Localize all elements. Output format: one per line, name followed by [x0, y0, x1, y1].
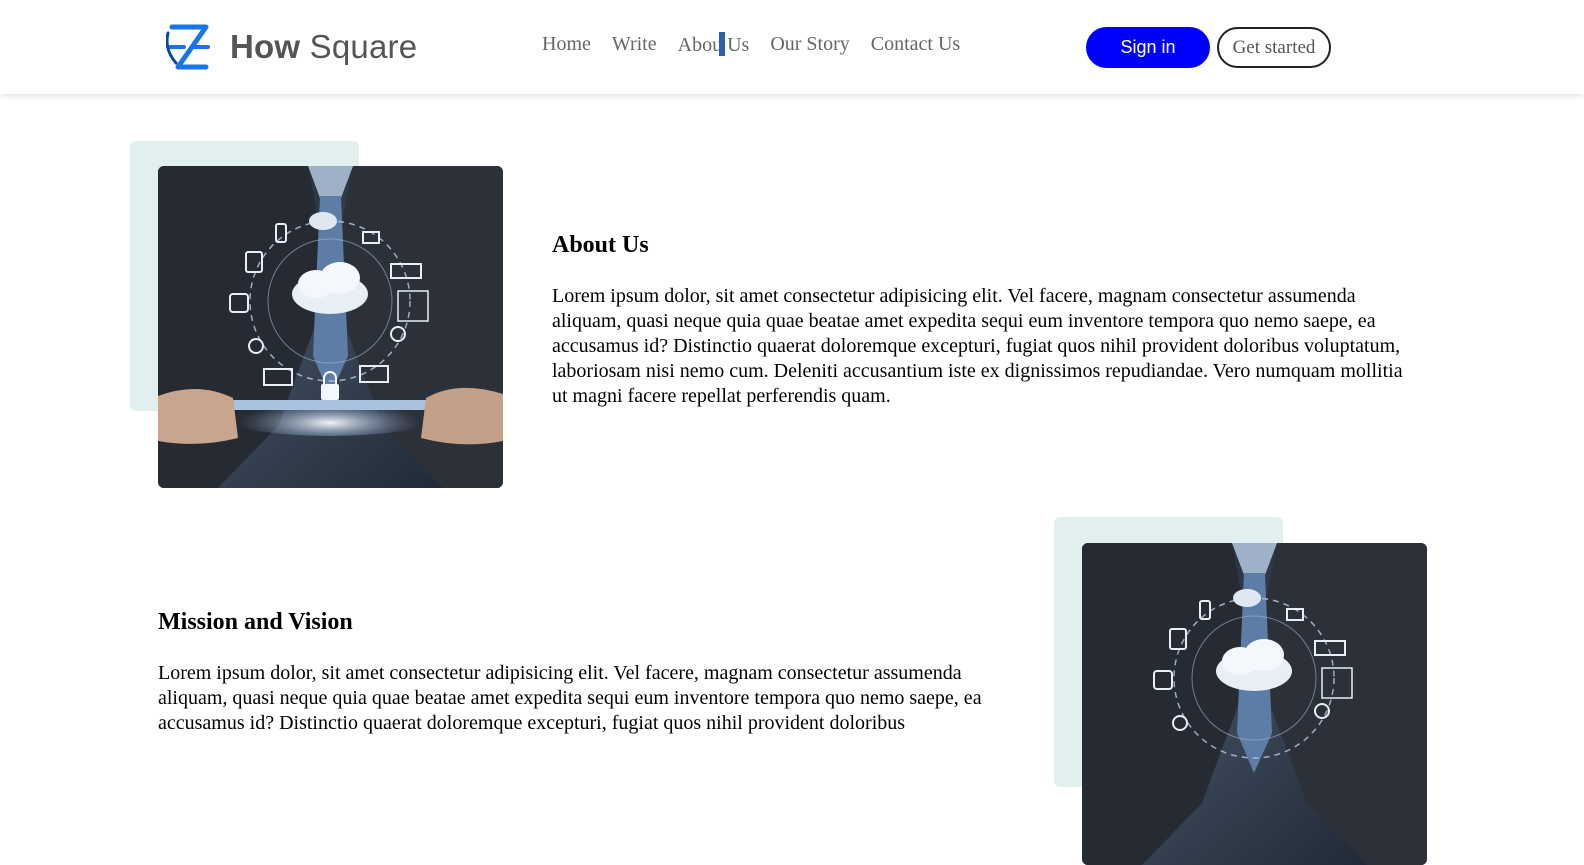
nav-link-about-part: Us: [722, 34, 750, 56]
cloud-technology-image: [1082, 543, 1427, 865]
nav-link-write[interactable]: Write: [612, 33, 657, 56]
mission-body: Lorem ipsum dolor, sit amet consectetur …: [158, 662, 982, 734]
nav-links: Home Write Abou Us Our Story Contact Us: [542, 32, 960, 57]
sign-in-button[interactable]: Sign in: [1086, 27, 1210, 68]
about-body: Lorem ipsum dolor, sit amet consectetur …: [552, 285, 1403, 407]
z-logo-icon: [166, 24, 210, 70]
about-title: About Us: [552, 232, 649, 258]
nav-link-home[interactable]: Home: [542, 33, 591, 56]
nav-link-our-story[interactable]: Our Story: [770, 33, 849, 56]
cloud-technology-image: [158, 166, 503, 488]
nav-link-about-part: Abou: [677, 34, 723, 56]
nav-link-contact-us[interactable]: Contact Us: [871, 33, 960, 56]
nav-link-about-us[interactable]: Abou Us: [677, 32, 750, 57]
navbar: How Square Home Write Abou Us Our Story …: [0, 0, 1584, 94]
about-image: [158, 166, 503, 488]
get-started-button[interactable]: Get started: [1217, 27, 1331, 68]
brand-name: How Square: [230, 28, 418, 65]
mission-image: [1082, 543, 1427, 865]
brand[interactable]: How Square: [166, 22, 417, 72]
mission-title: Mission and Vision: [158, 609, 353, 635]
